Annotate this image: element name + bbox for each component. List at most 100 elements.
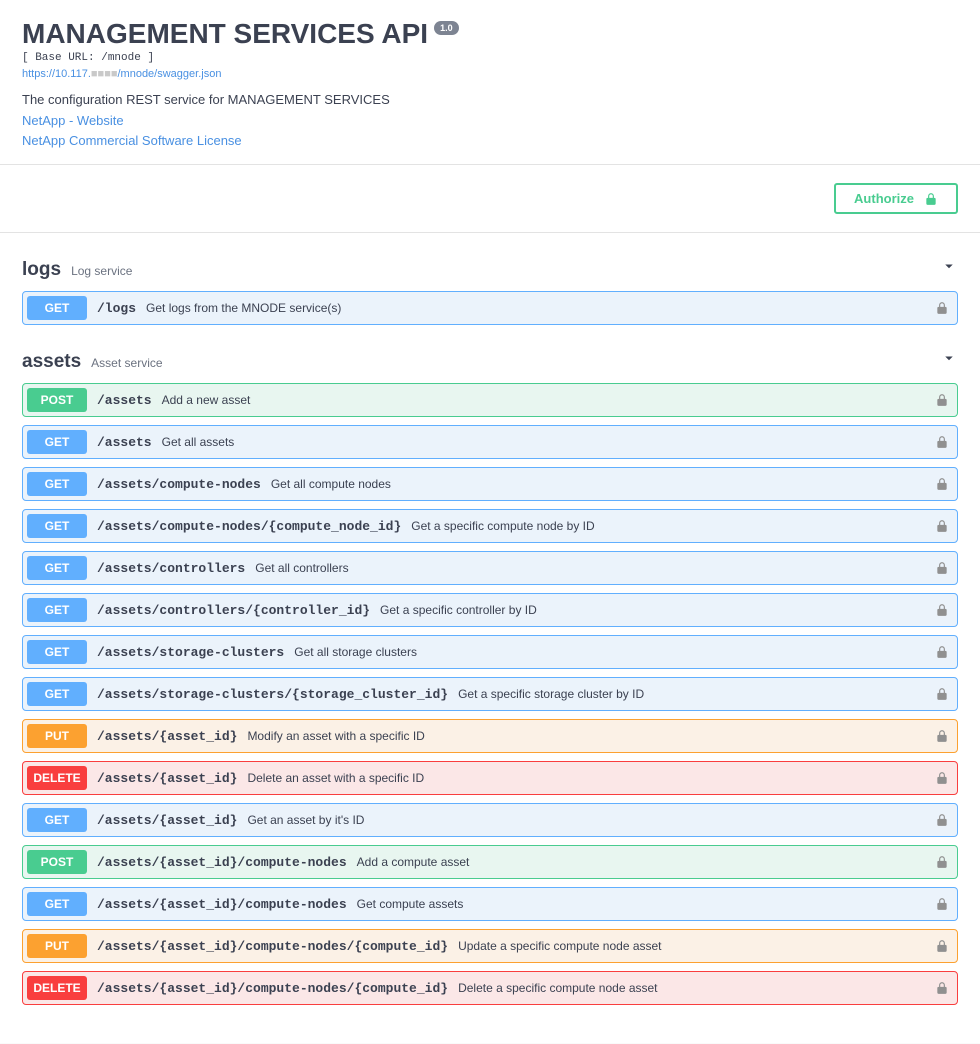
http-method-badge: DELETE [27,976,87,1000]
http-method-badge: PUT [27,724,87,748]
lock-icon [935,729,949,743]
api-header: MANAGEMENT SERVICES API 1.0 [ Base URL: … [0,0,980,165]
endpoint-summary: Get a specific storage cluster by ID [458,687,644,701]
endpoint-path: /assets/controllers/{controller_id} [97,603,370,618]
endpoint-path: /assets/storage-clusters/{storage_cluste… [97,687,448,702]
endpoint-path: /assets/{asset_id} [97,771,237,786]
endpoint-summary: Get logs from the MNODE service(s) [146,301,341,315]
http-method-badge: GET [27,430,87,454]
operation-row[interactable]: DELETE/assets/{asset_id} Delete an asset … [22,761,958,795]
link-netapp-website[interactable]: NetApp - Website [22,111,958,131]
http-method-badge: GET [27,808,87,832]
lock-icon [924,192,938,206]
http-method-badge: POST [27,388,87,412]
endpoint-path: /assets/compute-nodes [97,477,261,492]
operation-row[interactable]: GET/assets/controllers Get all controller… [22,551,958,585]
endpoint-summary: Add a new asset [162,393,251,407]
swagger-json-link[interactable]: https://10.117.■■■■/mnode/swagger.json [22,64,958,80]
lock-icon [935,301,949,315]
lock-icon [935,645,949,659]
endpoint-path: /assets/{asset_id}/compute-nodes/{comput… [97,939,448,954]
operation-row[interactable]: GET/assets Get all assets [22,425,958,459]
api-title: MANAGEMENT SERVICES API 1.0 [22,18,958,50]
lock-icon [935,393,949,407]
endpoint-path: /assets/{asset_id} [97,729,237,744]
endpoint-path: /assets/{asset_id}/compute-nodes [97,897,347,912]
lock-icon [935,897,949,911]
tag-section-logs: logs Log service GET/logs Get logs from the… [22,249,958,325]
operation-row[interactable]: DELETE/assets/{asset_id}/compute-nodes/{… [22,971,958,1005]
http-method-badge: PUT [27,934,87,958]
lock-icon [935,603,949,617]
operation-row[interactable]: GET/assets/compute-nodes Get all compute … [22,467,958,501]
operation-row[interactable]: POST/assets/{asset_id}/compute-nodes Add … [22,845,958,879]
link-netapp-license[interactable]: NetApp Commercial Software License [22,131,958,151]
lock-icon [935,981,949,995]
http-method-badge: GET [27,682,87,706]
operation-row[interactable]: GET/assets/controllers/{controller_id} Ge… [22,593,958,627]
http-method-badge: GET [27,598,87,622]
base-url-line: [ Base URL: /mnode ] [22,52,958,64]
endpoint-path: /assets [97,435,152,450]
http-method-badge: GET [27,556,87,580]
title-text: MANAGEMENT SERVICES API [22,18,428,50]
http-method-badge: GET [27,640,87,664]
operation-row[interactable]: GET/assets/storage-clusters/{storage_clu… [22,677,958,711]
tag-description: Asset service [91,356,162,370]
endpoint-summary: Get a specific controller by ID [380,603,537,617]
api-description: The configuration REST service for MANAG… [22,92,958,107]
http-method-badge: GET [27,472,87,496]
endpoint-summary: Delete an asset with a specific ID [247,771,424,785]
endpoint-path: /assets/storage-clusters [97,645,284,660]
endpoint-summary: Get a specific compute node by ID [411,519,594,533]
version-badge: 1.0 [434,21,459,35]
endpoint-path: /assets/{asset_id} [97,813,237,828]
operation-row[interactable]: GET/logs Get logs from the MNODE service(… [22,291,958,325]
endpoint-path: /assets/controllers [97,561,245,576]
lock-icon [935,435,949,449]
tag-header[interactable]: assets Asset service [22,341,958,383]
endpoint-summary: Delete a specific compute node asset [458,981,657,995]
operation-row[interactable]: GET/assets/compute-nodes/{compute_node_i… [22,509,958,543]
http-method-badge: GET [27,892,87,916]
tag-description: Log service [71,264,132,278]
tag-name: assets [22,351,81,373]
lock-icon [935,813,949,827]
operation-row[interactable]: GET/assets/{asset_id} Get an asset by it'… [22,803,958,837]
http-method-badge: DELETE [27,766,87,790]
http-method-badge: GET [27,514,87,538]
endpoint-summary: Get all assets [162,435,235,449]
endpoint-summary: Get an asset by it's ID [247,813,364,827]
lock-icon [935,855,949,869]
tag-section-assets: assetsAsset servicePOST/assetsAdd a new … [22,341,958,1005]
operation-row[interactable]: GET/assets/{asset_id}/compute-nodes Get c… [22,887,958,921]
endpoint-summary: Get all controllers [255,561,348,575]
lock-icon [935,561,949,575]
lock-icon [935,477,949,491]
endpoint-path: /assets/{asset_id}/compute-nodes [97,855,347,870]
operation-row[interactable]: POST/assetsAdd a new asset [22,383,958,417]
tag-header[interactable]: logs Log service [22,249,958,291]
endpoint-path: /assets/compute-nodes/{compute_node_id} [97,519,401,534]
lock-icon [935,771,949,785]
http-method-badge: POST [27,850,87,874]
operation-row[interactable]: GET/assets/storage-clusters Get all stora… [22,635,958,669]
http-method-badge: GET [27,296,87,320]
endpoint-summary: Add a compute asset [357,855,470,869]
operation-row[interactable]: PUT/assets/{asset_id}/compute-nodes/{com… [22,929,958,963]
endpoint-summary: Get all compute nodes [271,477,391,491]
lock-icon [935,687,949,701]
endpoint-summary: Get compute assets [357,897,464,911]
authorize-button[interactable]: Authorize [834,183,958,214]
endpoint-path: /logs [97,301,136,316]
endpoint-summary: Get all storage clusters [294,645,417,659]
lock-icon [935,939,949,953]
endpoint-summary: Update a specific compute node asset [458,939,661,953]
authorize-label: Authorize [854,191,914,206]
chevron-down-icon [940,257,958,275]
endpoint-summary: Modify an asset with a specific ID [247,729,424,743]
chevron-down-icon [940,349,958,367]
tag-name: logs [22,259,61,281]
operation-row[interactable]: PUT/assets/{asset_id} Modify an asset wit… [22,719,958,753]
lock-icon [935,519,949,533]
